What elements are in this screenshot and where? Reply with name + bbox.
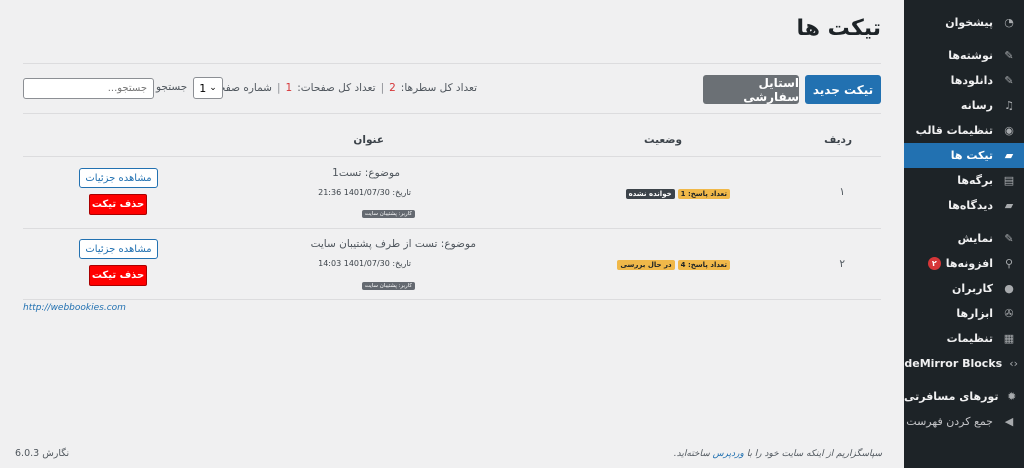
comment-icon: ▰: [1004, 149, 1014, 162]
site-link[interactable]: http://webbookies.com: [23, 303, 126, 313]
appearance-icon: ✎: [1004, 232, 1014, 245]
row-number: ۱: [839, 186, 845, 198]
divider: [23, 63, 881, 64]
delete-ticket-button[interactable]: حذف تیکت: [89, 194, 147, 215]
user-badge: کاربر: پشتیبان سایت: [361, 210, 415, 218]
collapse-menu-button[interactable]: ◀ جمع کردن فهرست: [904, 409, 1024, 434]
search-label: جستجو: [156, 81, 188, 93]
reply-count-badge: تعداد پاسخ: 1: [677, 189, 730, 199]
column-header-status: وضعیت: [643, 134, 682, 146]
page-number-select[interactable]: 1 ⌄: [193, 77, 223, 99]
page-icon: ▤: [1003, 174, 1015, 187]
table-divider: [23, 228, 881, 229]
search-input[interactable]: [23, 78, 154, 99]
pin-icon: ✎: [1004, 74, 1014, 87]
collapse-icon: ◀: [1004, 415, 1014, 428]
sidebar-item-tours[interactable]: ✹ تورهای مسافرتی: [904, 384, 1024, 409]
sidebar-item-dashboard[interactable]: ◔ پیشخوان: [904, 10, 1024, 35]
settings-icon: ▦: [1003, 332, 1015, 345]
plugin-icon: ⚲: [1004, 257, 1014, 270]
main-content: تیکت ها تیکت جدید استایل سفارشی تعداد کل…: [0, 0, 904, 468]
delete-ticket-button[interactable]: حذف تیکت: [89, 265, 147, 286]
sidebar-item-plugins[interactable]: ⚲ افزونه‌ها ۲: [904, 251, 1024, 276]
total-pages-value: 1: [285, 82, 293, 94]
sidebar-item-posts[interactable]: ✎ نوشته‌ها: [904, 43, 1024, 68]
theme-icon: ◉: [1004, 124, 1014, 137]
column-header-title: عنوان: [353, 134, 384, 146]
total-rows-value: 2: [389, 82, 396, 94]
sidebar-item-tickets[interactable]: ▰ تیکت ها: [896, 143, 1024, 168]
sidebar-item-theme-settings[interactable]: ◉ تنظیمات قالب: [904, 118, 1024, 143]
footer-thanks: سپاسگزاریم از اینکه سایت خود را با وردپر…: [673, 449, 882, 459]
table-divider: [23, 299, 881, 300]
sidebar-item-tools[interactable]: ✇ ابزارها: [904, 301, 1024, 326]
footer-version: نگارش 6.0.3: [15, 448, 70, 459]
reply-count-badge: تعداد پاسخ: 4: [677, 260, 730, 270]
table-stats: تعداد کل سطرها: 2 | تعداد کل صفحات: 1 | …: [213, 82, 477, 94]
sidebar-item-downloads[interactable]: ✎ دانلودها: [904, 68, 1024, 93]
sidebar-item-media[interactable]: ♫ رسانه: [904, 93, 1024, 118]
sidebar-item-settings[interactable]: ▦ تنظیمات: [904, 326, 1024, 351]
ticket-subject: موضوع: تست از طرف پشتیبان سایت: [310, 238, 476, 250]
sidebar-item-codemirror[interactable]: ‹› CodeMirror Blocks: [889, 351, 1024, 376]
view-details-button[interactable]: مشاهده جزئیات: [79, 239, 158, 259]
code-icon: ‹›: [1009, 357, 1018, 370]
status-cell: تعداد پاسخ: 4 در حال بررسی: [617, 260, 730, 270]
media-icon: ♫: [1004, 99, 1014, 112]
chevron-down-icon: ⌄: [209, 83, 217, 93]
ticket-subject: موضوع: تست1: [332, 167, 400, 179]
user-icon: ●: [1004, 282, 1014, 295]
sidebar-item-pages[interactable]: ▤ برگه‌ها: [904, 168, 1024, 193]
divider: [23, 113, 881, 114]
status-cell: تعداد پاسخ: 1 خوانده نشده: [625, 189, 730, 199]
row-number: ۲: [839, 258, 845, 270]
status-badge: در حال بررسی: [617, 260, 675, 270]
view-details-button[interactable]: مشاهده جزئیات: [79, 168, 158, 188]
dashboard-icon: ◔: [1004, 16, 1014, 29]
user-badge: کاربر: پشتیبان سایت: [361, 282, 415, 290]
status-badge: خوانده نشده: [625, 189, 675, 199]
sidebar-item-comments[interactable]: ▰ دیدگاه‌ها: [904, 193, 1024, 218]
custom-style-button[interactable]: استایل سفارشی: [703, 75, 799, 104]
new-ticket-button[interactable]: تیکت جدید: [805, 75, 881, 104]
sidebar-item-users[interactable]: ● کاربران: [904, 276, 1024, 301]
admin-sidebar: ◔ پیشخوان ✎ نوشته‌ها ✎ دانلودها ♫ رسانه ◉ تنظ…: [889, 0, 1024, 468]
table-divider: [23, 156, 881, 157]
ticket-date: تاریخ: 1401/07/30 14:03: [318, 259, 411, 268]
pin-icon: ✎: [1004, 49, 1014, 62]
column-header-row: ردیف: [824, 134, 852, 146]
gear-icon: ✹: [1007, 390, 1017, 403]
ticket-date: تاریخ: 1401/07/30 21:36: [318, 188, 411, 197]
wordpress-link[interactable]: وردپرس: [713, 449, 744, 459]
page-title: تیکت ها: [796, 16, 882, 41]
sidebar-item-appearance[interactable]: ✎ نمایش: [904, 226, 1024, 251]
comment-icon: ▰: [1004, 199, 1014, 212]
update-count-badge: ۲: [927, 257, 941, 270]
wrench-icon: ✇: [1004, 307, 1014, 320]
